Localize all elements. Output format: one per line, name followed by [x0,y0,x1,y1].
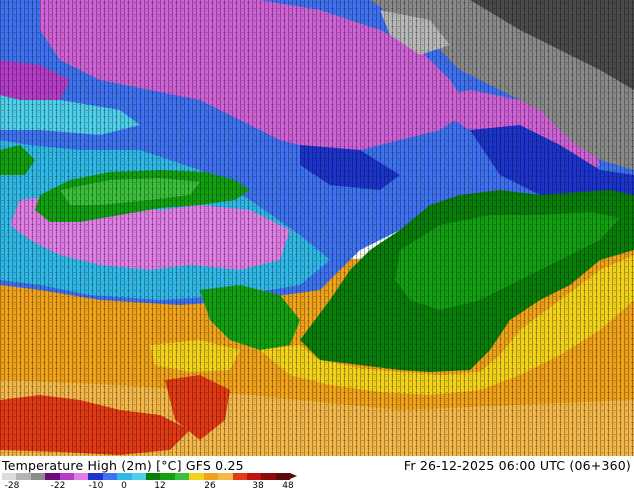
color-scale-segment [88,473,103,480]
temperature-map [0,0,634,456]
color-scale-segment [16,473,31,480]
color-scale-segment [131,473,147,480]
map-footer: Temperature High (2m) [°C] GFS 0.25 Fr 2… [0,456,634,490]
color-scale-tick-label: -10 [88,481,104,490]
color-scale-segment [160,473,175,480]
color-scale-segment [246,473,262,480]
color-scale-segment [189,473,204,480]
color-scale-segment [203,473,219,480]
color-scale-segment [218,473,233,480]
color-scale-segment [30,473,46,480]
color-scale-arrow [290,473,297,479]
color-scale-tick-label: -28 [4,481,20,490]
color-scale-tick-label: 38 [252,481,264,490]
color-scale-segment [275,473,291,480]
color-scale-tick-label: 48 [282,481,294,490]
map-page: Temperature High (2m) [°C] GFS 0.25 Fr 2… [0,0,634,490]
map-canvas [0,0,634,456]
color-scale-segment [174,473,190,480]
color-scale-segment [74,473,89,480]
color-scale-segment [146,473,161,480]
color-scale-segment [232,473,247,480]
color-scale-segment [261,473,276,480]
color-scale-tick-label: 26 [204,481,216,490]
color-scale-segment [45,473,60,480]
color-scale-segment [2,473,17,480]
color-scale-tick-label: -22 [50,481,66,490]
forecast-datetime: Fr 26-12-2025 06:00 UTC (06+360) [403,458,631,473]
color-scale-bar [2,473,291,480]
value-label-dots [0,0,634,456]
color-scale-tick-label: 0 [121,481,127,490]
color-scale-segment [117,473,132,480]
color-scale-segment [59,473,75,480]
map-title: Temperature High (2m) [°C] GFS 0.25 [2,458,244,473]
color-scale-tick-label: 12 [154,481,166,490]
color-scale-segment [102,473,118,480]
